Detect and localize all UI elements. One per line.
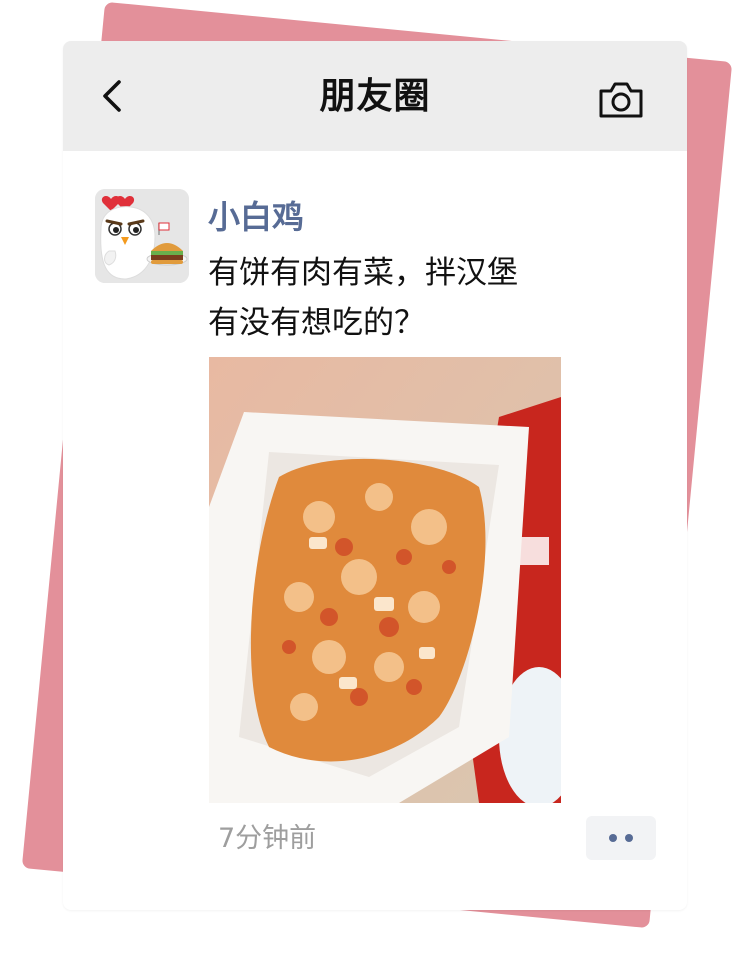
dot [609, 834, 617, 842]
moments-card: 朋友圈 小白鸡 有饼有肉有菜，拌汉堡 有没有想吃的？ 7分钟前 [63, 41, 687, 910]
more-dots-icon[interactable] [586, 816, 656, 860]
author-name[interactable]: 小白鸡 [208, 189, 628, 245]
post-photo[interactable] [209, 357, 561, 803]
post-time: 7分钟前 [218, 823, 317, 854]
post-text-line: 有没有想吃的？ [208, 305, 425, 341]
avatar[interactable] [95, 189, 189, 283]
post-content: 小白鸡 有饼有肉有菜，拌汉堡 有没有想吃的？ [208, 189, 628, 348]
post-text: 有饼有肉有菜，拌汉堡 有没有想吃的？ [208, 248, 628, 348]
page-title: 朋友圈 [319, 76, 431, 117]
chicken-avatar-icon [95, 189, 189, 283]
dot [625, 834, 633, 842]
camera-icon[interactable] [597, 80, 645, 120]
post-text-line: 有饼有肉有菜，拌汉堡 [208, 255, 518, 291]
food-photo-image [209, 357, 561, 803]
nav-bar: 朋友圈 [63, 41, 687, 151]
